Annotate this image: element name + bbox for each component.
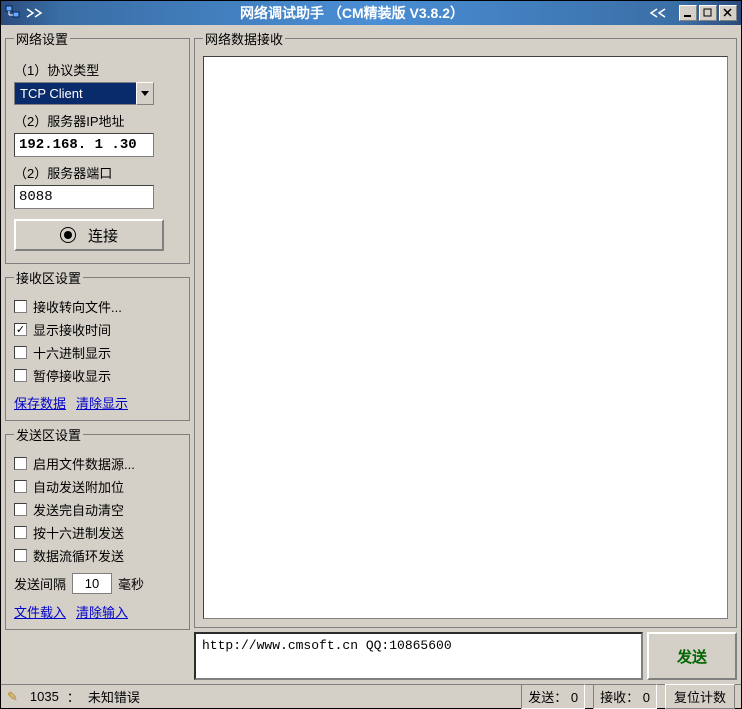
send-opt-checkbox-0[interactable]: [14, 457, 27, 470]
interval-label: 发送间隔: [14, 574, 66, 593]
status-code: 1035: [30, 689, 59, 704]
connect-indicator-icon: [60, 227, 76, 243]
sent-counter: 发送： 0: [521, 684, 585, 709]
recv-settings-group: 接收区设置 接收转向文件...✓显示接收时间十六进制显示暂停接收显示 保存数据 …: [5, 268, 190, 421]
ip-label: （2）服务器IP地址: [14, 111, 181, 130]
send-opt-checkbox-1[interactable]: [14, 480, 27, 493]
recv-opt-label-1: 显示接收时间: [33, 320, 111, 339]
send-opt-row-1: 自动发送附加位: [14, 477, 181, 496]
port-label: （2）服务器端口: [14, 163, 181, 182]
title-bar: 网络调试助手 （CM精装版 V3.8.2）: [1, 1, 741, 25]
send-settings-group: 发送区设置 启用文件数据源... 自动发送附加位发送完自动清空按十六进制发送数据流…: [5, 425, 190, 630]
app-icon: [5, 5, 21, 21]
recv-opt-checkbox-3[interactable]: [14, 369, 27, 382]
reset-counter-button[interactable]: 复位计数: [665, 684, 735, 709]
recv-opt-row-2: 十六进制显示: [14, 343, 181, 362]
recv-textarea[interactable]: [203, 56, 728, 619]
send-opt-checkbox-2[interactable]: [14, 503, 27, 516]
send-opt-label-0: 启用文件数据源...: [33, 454, 135, 473]
send-settings-legend: 发送区设置: [14, 425, 83, 444]
network-settings-legend: 网络设置: [14, 29, 70, 48]
send-opt-row-2: 发送完自动清空: [14, 500, 181, 519]
send-opt-label-2: 发送完自动清空: [33, 500, 124, 519]
send-opt-label-1: 自动发送附加位: [33, 477, 124, 496]
save-data-link[interactable]: 保存数据: [14, 393, 66, 412]
clear-display-link[interactable]: 清除显示: [76, 393, 128, 412]
send-textarea[interactable]: [194, 632, 643, 680]
recv-opt-row-1: ✓ 显示接收时间: [14, 320, 181, 339]
protocol-value: TCP Client: [14, 82, 136, 105]
send-opt-label-4: 数据流循环发送: [33, 546, 124, 565]
protocol-combo[interactable]: TCP Client: [14, 82, 154, 105]
title-right-chevron-icon: [649, 5, 679, 21]
send-opt-row-3: 按十六进制发送: [14, 523, 181, 542]
chevron-down-icon[interactable]: [136, 82, 154, 105]
status-message: 未知错误: [88, 687, 140, 706]
recv-opt-row-3: 暂停接收显示: [14, 366, 181, 385]
recv-data-group: 网络数据接收: [194, 29, 737, 628]
server-port-input[interactable]: [14, 185, 154, 209]
title-left-chevron-icon: [25, 5, 55, 21]
window-title: 网络调试助手 （CM精装版 V3.8.2）: [55, 3, 649, 23]
send-opt-row-4: 数据流循环发送: [14, 546, 181, 565]
recv-opt-label-3: 暂停接收显示: [33, 366, 111, 385]
interval-input[interactable]: [72, 573, 112, 594]
recv-opt-row-0: 接收转向文件...: [14, 297, 181, 316]
recv-opt-label-2: 十六进制显示: [33, 343, 111, 362]
status-bar: ✎ 1035 ： 未知错误 发送： 0 接收： 0 复位计数: [1, 684, 741, 708]
interval-unit: 毫秒: [118, 574, 144, 593]
protocol-label: （1）协议类型: [14, 60, 181, 79]
file-load-link[interactable]: 文件载入: [14, 602, 66, 621]
status-icon: ✎: [7, 689, 18, 705]
connect-label: 连接: [88, 225, 118, 246]
maximize-button[interactable]: [699, 5, 717, 21]
recv-data-legend: 网络数据接收: [203, 29, 285, 48]
recv-opt-label-0: 接收转向文件...: [33, 297, 122, 316]
send-opt-checkbox-4[interactable]: [14, 549, 27, 562]
recv-counter: 接收： 0: [593, 684, 657, 709]
send-opt-row-0: 启用文件数据源...: [14, 454, 181, 473]
recv-opt-checkbox-1[interactable]: ✓: [14, 323, 27, 336]
connect-button[interactable]: 连接: [14, 219, 164, 251]
close-button[interactable]: [719, 5, 737, 21]
send-button[interactable]: 发送: [647, 632, 737, 680]
server-ip-input[interactable]: [14, 133, 154, 157]
clear-input-link[interactable]: 清除输入: [76, 602, 128, 621]
recv-settings-legend: 接收区设置: [14, 268, 83, 287]
network-settings-group: 网络设置 （1）协议类型 TCP Client （2）服务器IP地址 （2）服务…: [5, 29, 190, 264]
send-opt-label-3: 按十六进制发送: [33, 523, 124, 542]
recv-opt-checkbox-0[interactable]: [14, 300, 27, 313]
send-opt-checkbox-3[interactable]: [14, 526, 27, 539]
recv-opt-checkbox-2[interactable]: [14, 346, 27, 359]
minimize-button[interactable]: [679, 5, 697, 21]
